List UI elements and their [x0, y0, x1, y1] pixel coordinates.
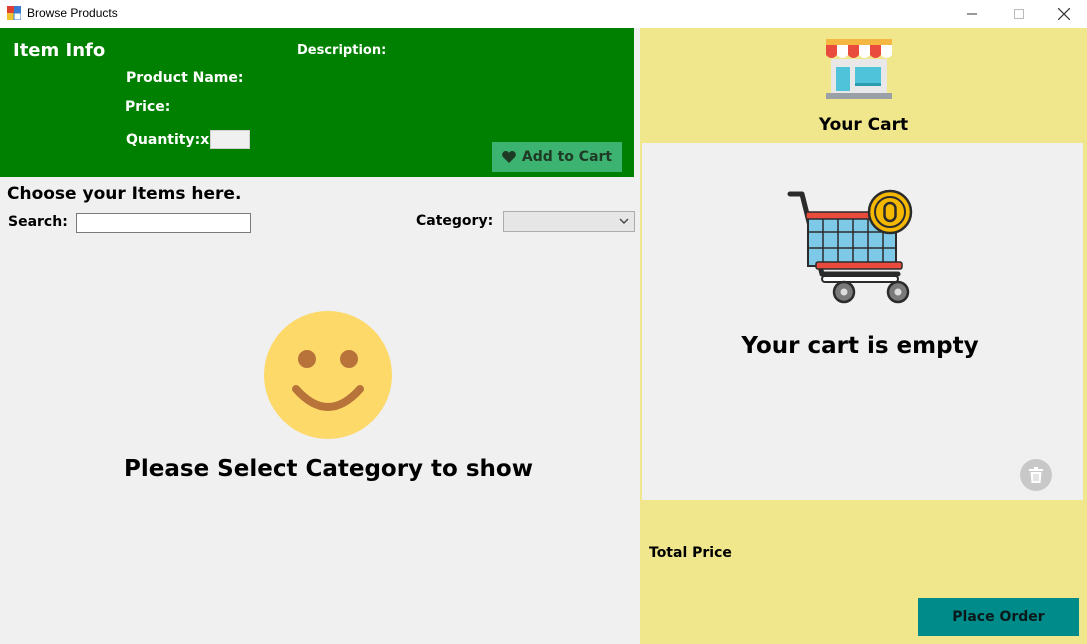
smiley-icon [264, 311, 392, 439]
select-category-message: Please Select Category to show [124, 456, 533, 482]
product-name-label: Product Name: [126, 70, 244, 86]
add-to-cart-label: Add to Cart [521, 149, 613, 165]
shopping-cart-icon [787, 189, 913, 304]
total-price-label: Total Price [649, 545, 732, 561]
add-to-cart-button[interactable]: Add to Cart [492, 142, 622, 172]
category-dropdown[interactable] [503, 211, 635, 232]
category-label: Category: [416, 213, 494, 229]
minimize-button[interactable] [949, 0, 995, 28]
minimize-icon [967, 13, 977, 15]
quantity-label: Quantity:x [126, 132, 210, 148]
description-label: Description: [297, 43, 387, 58]
cart-empty-message: Your cart is empty [741, 333, 979, 359]
app-icon [7, 6, 21, 20]
heart-icon [502, 151, 516, 163]
title-bar [0, 0, 1087, 28]
item-info-panel: Item Info Description: Product Name: Pri… [0, 28, 634, 177]
cart-title: Your Cart [818, 115, 909, 135]
clear-cart-button[interactable] [1020, 459, 1052, 491]
window-title: Browse Products [27, 6, 118, 20]
search-input[interactable] [76, 213, 251, 233]
browse-heading: Choose your Items here. [7, 184, 242, 204]
search-label: Search: [8, 214, 68, 230]
maximize-icon [1014, 9, 1024, 19]
price-label: Price: [125, 99, 171, 115]
trash-icon [1029, 467, 1043, 483]
place-order-button[interactable]: Place Order [918, 598, 1079, 636]
close-icon [1058, 8, 1070, 20]
chevron-down-icon [619, 218, 629, 224]
store-icon [826, 39, 892, 99]
maximize-button[interactable] [996, 0, 1042, 28]
close-button[interactable] [1041, 0, 1087, 28]
item-info-title: Item Info [13, 40, 106, 61]
quantity-input[interactable] [210, 130, 250, 149]
